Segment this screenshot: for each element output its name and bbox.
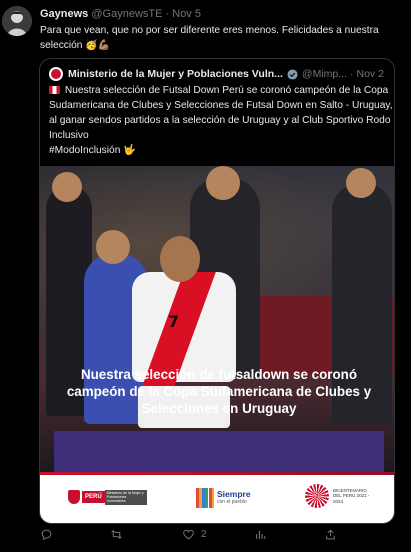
siempre-logo: Siempre con el pueblo (196, 488, 251, 508)
tweet[interactable]: Gaynews @GaynewsTE · Nov 5 Para que vean… (0, 0, 411, 552)
share-button[interactable] (324, 528, 337, 541)
separator-dot: · (165, 8, 170, 20)
heart-icon (183, 529, 194, 540)
tweet-header: Gaynews @GaynewsTE · Nov 5 (40, 8, 201, 20)
hashtag-emoji: 🤟 (123, 145, 136, 156)
quoted-text: Nuestra selección de Futsal Down Perú se… (49, 83, 393, 158)
logo-ministry-text: Ministerio de la Mujer y Poblaciones Vul… (104, 490, 147, 505)
retweet-button[interactable] (110, 528, 129, 541)
peru-flag-icon (49, 86, 60, 94)
logo-peru-text: PERÚ (82, 491, 105, 504)
share-icon (326, 529, 335, 540)
user-handle[interactable]: @GaynewsTE (91, 8, 162, 20)
jersey-number: 7 (168, 312, 180, 331)
quoted-handle[interactable]: @Mimp... (302, 68, 347, 80)
reply-button[interactable] (40, 528, 59, 541)
action-bar: 2 (40, 528, 390, 544)
quoted-header: Ministerio de la Mujer y Poblaciones Vul… (49, 67, 384, 81)
retweet-icon (111, 530, 122, 539)
views-button[interactable] (254, 528, 273, 541)
quoted-separator: · (350, 68, 354, 80)
quoted-date[interactable]: Nov 2 (357, 68, 384, 80)
quoted-display-name[interactable]: Ministerio de la Mujer y Poblaciones Vul… (68, 68, 283, 80)
logo-bicentenario-text: BICENTENARIO DEL PERÚ 2021 - 2024 (333, 487, 370, 504)
quoted-tweet[interactable]: Ministerio de la Mujer y Poblaciones Vul… (39, 58, 395, 524)
quoted-body: Nuestra selección de Futsal Down Perú se… (49, 85, 393, 141)
image-banner-text: Nuestra selección de futsaldown se coron… (66, 367, 372, 416)
tweet-emojis: 🥳💪🏽 (85, 40, 111, 51)
avatar[interactable] (2, 6, 32, 36)
logo-strip: PERÚ Ministerio de la Mujer y Poblacione… (40, 472, 394, 523)
display-name[interactable]: Gaynews (40, 8, 88, 20)
reply-icon (41, 529, 52, 541)
tweet-text: Para que vean, que no por ser diferente … (40, 23, 400, 53)
tweet-date[interactable]: Nov 5 (172, 8, 201, 20)
views-chart-icon (256, 530, 266, 539)
logo-siempre-subtext: con el pueblo (217, 499, 247, 505)
hashtag-link[interactable]: #ModoInclusión (49, 145, 120, 156)
quoted-image[interactable]: 7 (40, 166, 394, 474)
ministry-logo: PERÚ Ministerio de la Mujer y Poblacione… (68, 490, 147, 505)
quoted-avatar[interactable] (49, 67, 63, 81)
bicentenario-ring-icon (305, 484, 329, 508)
image-banner (54, 431, 384, 474)
like-count: 2 (201, 529, 207, 540)
verified-badge-icon (287, 68, 298, 80)
siempre-stripes-icon (196, 488, 214, 508)
bicentenario-logo: BICENTENARIO DEL PERÚ 2021 - 2024 (305, 484, 371, 508)
peru-shield-icon (68, 490, 80, 505)
like-button[interactable]: 2 (182, 528, 207, 541)
